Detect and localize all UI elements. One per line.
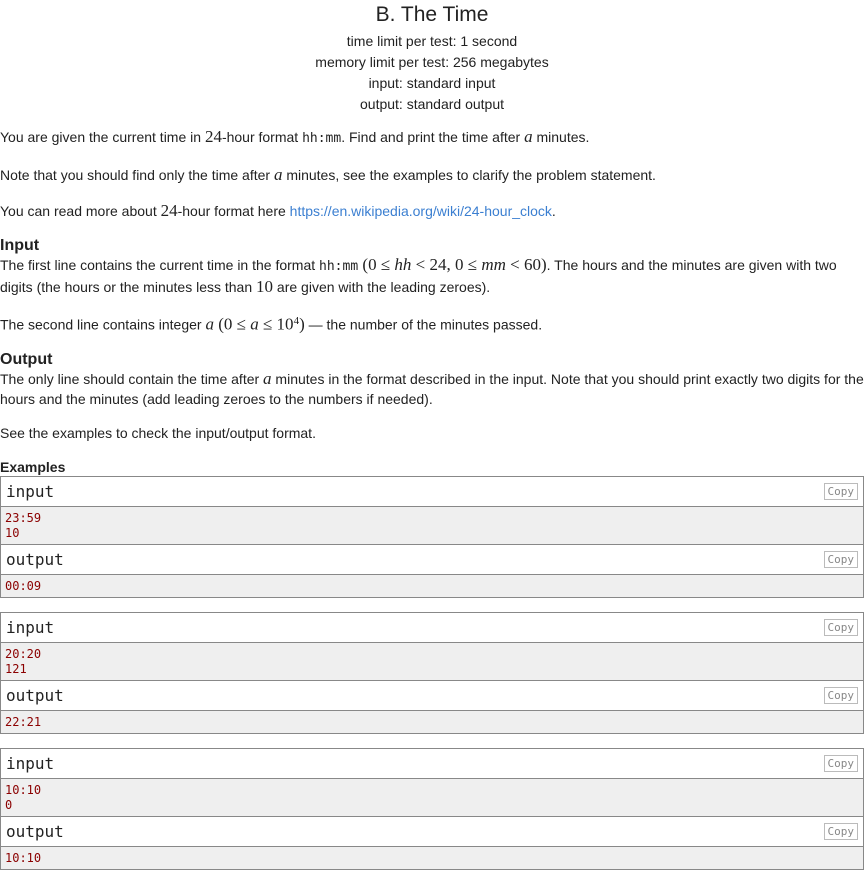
memory-limit: memory limit per test: 256 megabytes [315,54,549,70]
math: 24 [204,127,222,146]
output-spec: See the examples to check the input/outp… [0,424,316,441]
output-spec: The only line should contain the time af… [0,369,864,409]
output-file: output: standard output [360,96,504,112]
text: You can read more about [0,203,161,219]
text: The first line contains the current time… [0,257,320,273]
copy-input-button[interactable]: Copy [823,618,858,636]
math: a [524,127,533,146]
math: mm [481,255,506,274]
input-label: input [6,753,55,773]
statement-paragraph: You are given the current time in 24-hou… [0,127,864,149]
math: a [263,368,272,388]
text: . [551,203,556,219]
math: 10 [256,277,274,296]
text: The second line contains integer [0,316,206,333]
input-label: input [6,617,55,637]
text: You are given the current time in [0,129,205,145]
input-section-title: Input [0,237,40,254]
input-data: 23:59 10 [1,506,863,545]
input-spec: The second line contains integer a (0 ≤ … [0,311,864,335]
output-label: output [6,685,64,705]
example-3: input Copy 10:10 0 output Copy 10:10 [0,747,864,870]
input-data: 20:20 121 [1,642,863,681]
input-spec: The first line contains the current time… [0,255,864,297]
problem-title: B. The Time [375,3,489,26]
example-1: input Copy 23:59 10 output Copy 00:09 [0,475,864,598]
math: (0 ≤ [213,314,251,334]
text: The only line should contain the time af… [0,370,264,387]
time-limit: time limit per test: 1 second [346,33,518,49]
text: -hour format [221,129,303,145]
statement-paragraph: You can read more about 24-hour format h… [0,201,864,221]
math: < 60) [505,255,547,274]
examples-title: Examples [0,458,66,475]
example-2: input Copy 20:20 121 output Copy 22:21 [0,611,864,734]
output-label: output [6,549,64,569]
output-header: output Copy [1,816,863,847]
statement-paragraph: Note that you should find only the time … [0,165,864,185]
input-header: input Copy [1,476,863,507]
text: are given with the leading zeroes). [273,279,491,295]
copy-output-button[interactable]: Copy [823,822,858,840]
output-data: 00:09 [1,574,863,597]
output-section-title: Output [0,350,53,368]
math: hh [394,255,412,274]
examples: input Copy 23:59 10 output Copy 00:09 input Cop… [0,475,864,870]
math: (0 ≤ [358,255,395,274]
input-data: 10:10 0 [1,778,863,817]
wikipedia-link[interactable]: https://en.wikipedia.org/wiki/24-hour_cl… [290,203,552,219]
text: minutes, see the examples to clarify the… [282,167,656,183]
input-file: input: standard input [368,75,496,91]
math: < 24, 0 ≤ [411,255,482,274]
text: . Find and print the time after [341,129,525,145]
math: a [250,314,259,334]
text: minutes. [532,129,590,145]
output-header: output Copy [1,544,863,575]
copy-output-button[interactable]: Copy [823,686,858,704]
text: Note that you should find only the time … [0,167,274,183]
code: hh:mm [302,131,342,146]
problem-header: time limit per test: 1 second memory lim… [0,31,864,115]
math: a [205,314,214,334]
copy-output-button[interactable]: Copy [823,550,858,568]
copy-input-button[interactable]: Copy [823,482,858,500]
math: 24 [160,201,178,220]
output-header: output Copy [1,680,863,711]
output-data: 22:21 [1,710,863,733]
output-data: 10:10 [1,846,863,869]
text: — the number of the minutes passed. [304,316,543,333]
code: hh:mm [319,259,359,274]
input-header: input Copy [1,748,863,779]
copy-input-button[interactable]: Copy [823,754,858,772]
input-header: input Copy [1,612,863,643]
math: ≤ 10 [258,314,294,334]
input-label: input [6,481,55,501]
output-label: output [6,821,64,841]
text: -hour format here [177,203,290,219]
